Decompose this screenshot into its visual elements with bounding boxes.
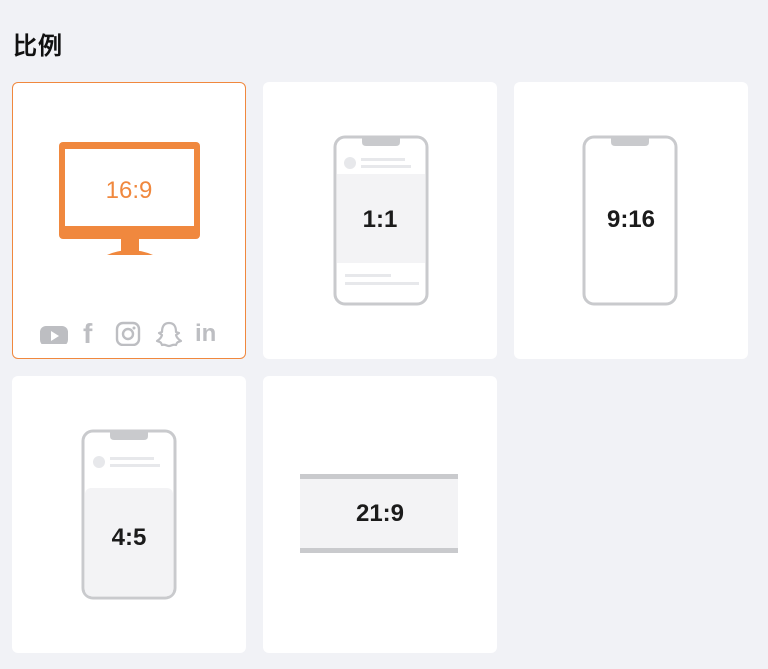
ratio-card-21-9[interactable]: 21:9 bbox=[263, 376, 497, 653]
ratio-label: 9:16 bbox=[606, 206, 656, 233]
phone-portrait-icon bbox=[81, 429, 177, 600]
ratio-card-9-16[interactable]: 9:16 bbox=[514, 82, 748, 359]
facebook-icon: f bbox=[83, 318, 93, 349]
ratio-card-16-9[interactable]: 16:9 f in bbox=[12, 82, 246, 359]
snapchat-icon bbox=[155, 320, 183, 353]
ratio-label: 21:9 bbox=[355, 500, 405, 527]
youtube-icon bbox=[39, 320, 69, 349]
linkedin-icon: in bbox=[195, 320, 217, 347]
ratio-card-4-5[interactable]: 4:5 bbox=[12, 376, 246, 653]
ratio-label: 1:1 bbox=[362, 206, 398, 233]
ratio-label: 4:5 bbox=[111, 524, 147, 551]
ratio-card-1-1[interactable]: 1:1 bbox=[263, 82, 497, 359]
ratio-label: 16:9 bbox=[105, 177, 153, 204]
section-title: 比例 bbox=[13, 33, 63, 60]
instagram-icon bbox=[115, 320, 141, 351]
social-icons: f in bbox=[39, 318, 223, 353]
